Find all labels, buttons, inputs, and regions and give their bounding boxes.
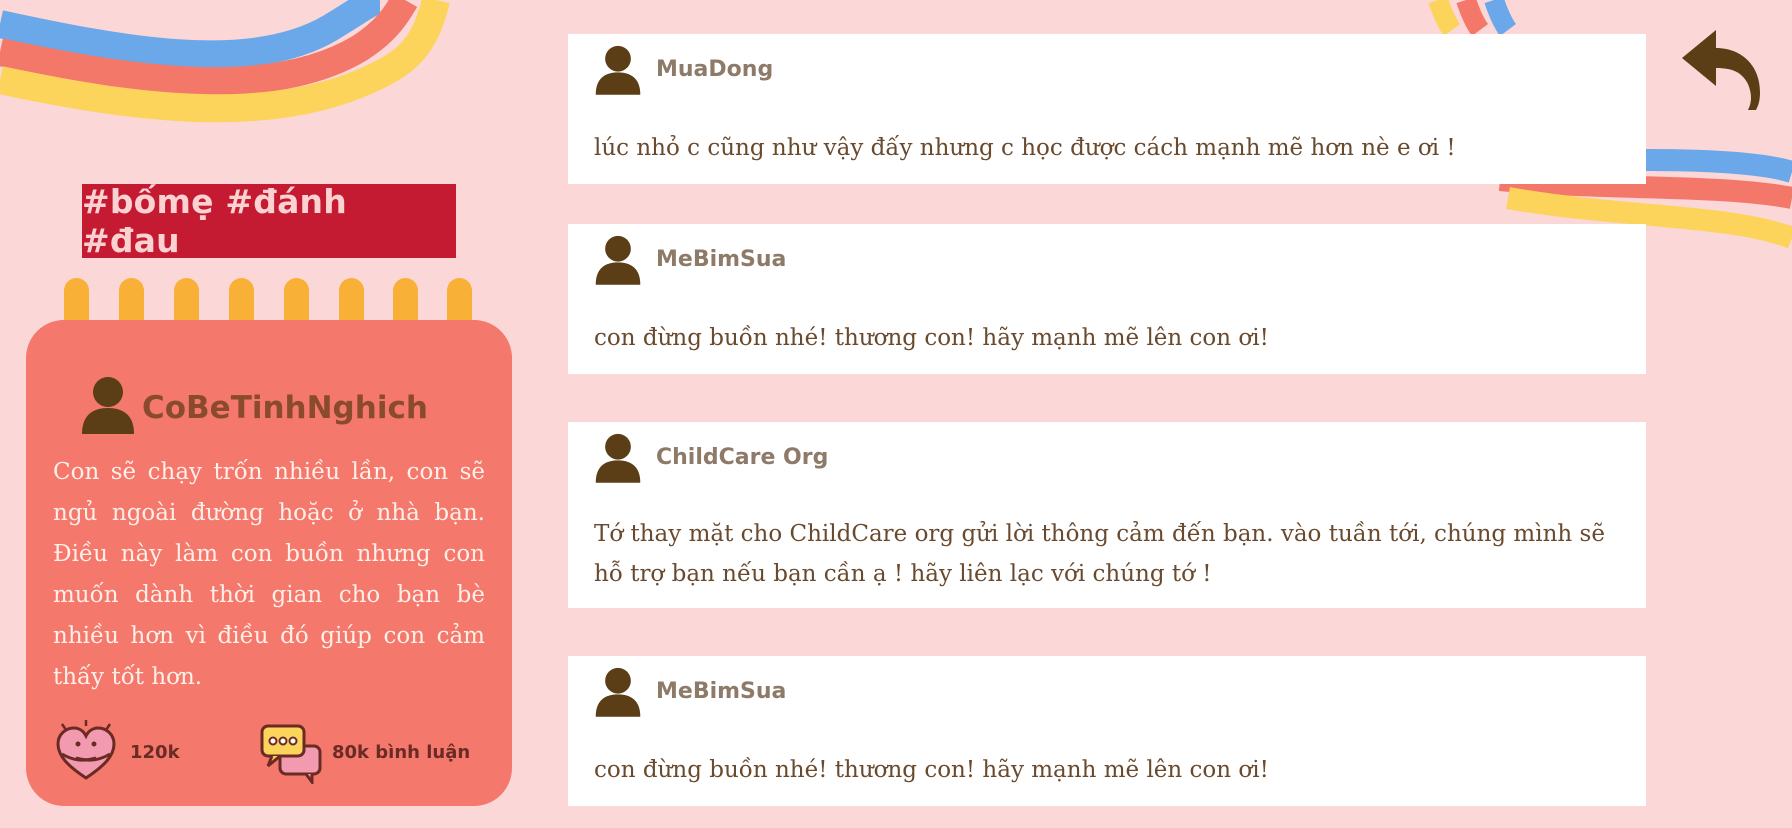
comment-username: MuaDong <box>656 56 774 82</box>
back-button[interactable] <box>1672 14 1768 110</box>
user-avatar-icon <box>595 235 641 285</box>
comment-card: ChildCare Org Tớ thay mặt cho ChildCare … <box>568 422 1646 608</box>
comment-text: lúc nhỏ c cũng như vậy đấy nhưng c học đ… <box>594 135 1456 161</box>
comment-username: MeBimSua <box>656 246 787 272</box>
back-arrow-icon <box>1682 30 1760 110</box>
comment-card: MuaDong lúc nhỏ c cũng như vậy đấy nhưng… <box>568 34 1646 184</box>
like-count: 120k <box>130 741 180 763</box>
comment-username: ChildCare Org <box>656 444 829 470</box>
comment-card: MeBimSua con đừng buồn nhé! thương con! … <box>568 224 1646 374</box>
user-avatar-icon <box>595 433 641 483</box>
hashtag-text: #bốmẹ #đánh #đau <box>82 182 347 260</box>
comment-button[interactable]: 80k bình luận <box>258 720 470 784</box>
comment-author[interactable]: MeBimSua <box>594 664 786 718</box>
chat-bubbles-icon <box>260 724 322 784</box>
user-avatar-icon <box>595 667 641 717</box>
post-card: CoBeTinhNghich Con sẽ chạy trốn nhiều lầ… <box>26 320 512 806</box>
post-author[interactable]: CoBeTinhNghich <box>80 374 428 434</box>
post-stats: 120k 80k bình luận <box>52 720 492 784</box>
comment-text: con đừng buồn nhé! thương con! hãy mạnh … <box>594 757 1269 783</box>
post-content: Con sẽ chạy trốn nhiều lần, con sẽ ngủ n… <box>53 459 485 690</box>
comment-author[interactable]: MeBimSua <box>594 232 786 286</box>
comment-count: 80k bình luận <box>332 741 471 763</box>
heart-hug-icon <box>56 720 116 780</box>
hashtag-banner: #bốmẹ #đánh #đau <box>82 182 456 260</box>
comment-username: MeBimSua <box>656 678 787 704</box>
comment-card: MeBimSua con đừng buồn nhé! thương con! … <box>568 656 1646 806</box>
post-author-name: CoBeTinhNghich <box>142 390 428 426</box>
user-avatar-icon <box>595 45 641 95</box>
comment-text: Tớ thay mặt cho ChildCare org gửi lời th… <box>594 521 1605 587</box>
comment-author[interactable]: MuaDong <box>594 42 773 96</box>
user-avatar-icon <box>82 377 134 434</box>
comment-text: con đừng buồn nhé! thương con! hãy mạnh … <box>594 325 1269 351</box>
comment-author[interactable]: ChildCare Org <box>594 430 828 484</box>
like-button[interactable]: 120k <box>52 720 180 784</box>
